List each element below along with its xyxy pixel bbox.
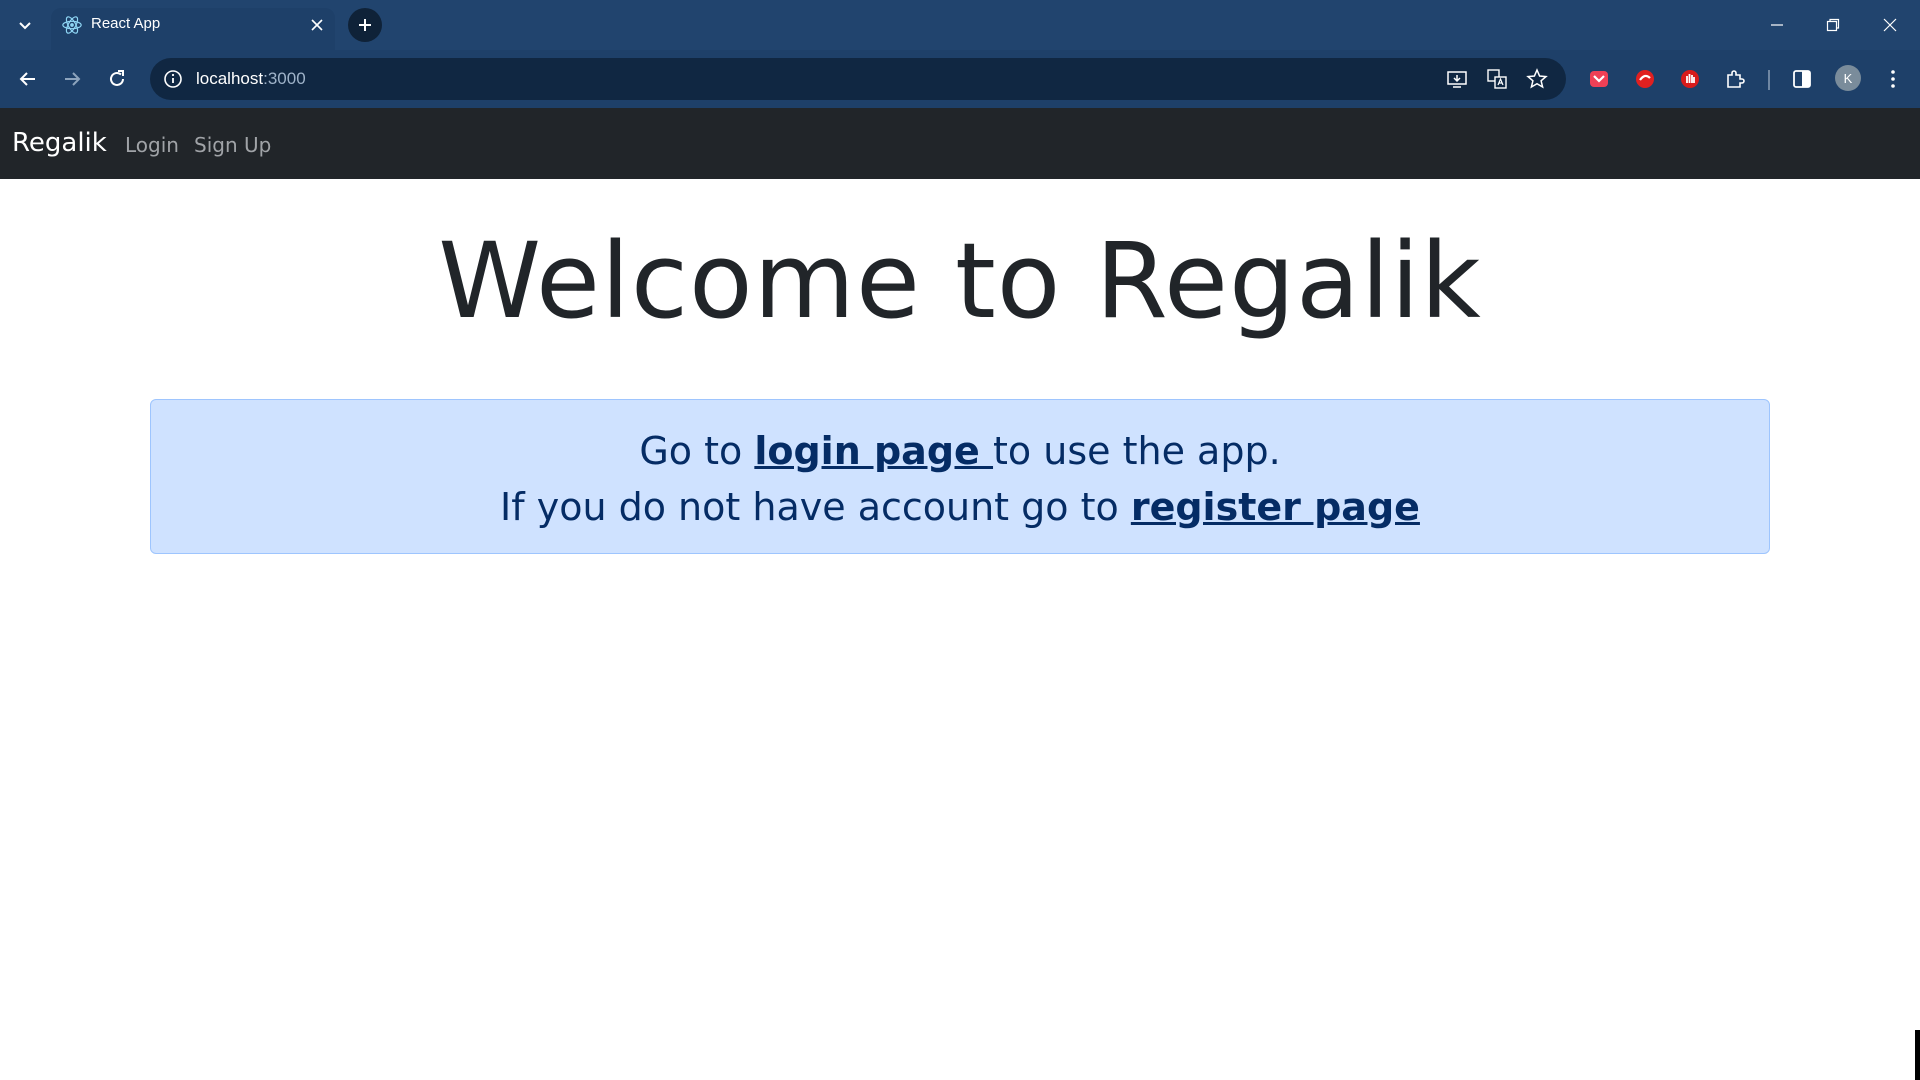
register-page-link[interactable]: register page xyxy=(1131,485,1420,529)
forward-button[interactable] xyxy=(56,63,88,95)
nav-link-sign-up[interactable]: Sign Up xyxy=(194,133,271,157)
restore-icon xyxy=(1826,18,1840,32)
url-port: :3000 xyxy=(263,69,306,88)
nav-link-login[interactable]: Login xyxy=(125,133,179,157)
alert-line-1: Go to login page to use the app. xyxy=(151,423,1769,479)
hand-icon xyxy=(1681,70,1699,88)
alert-text: to use the app. xyxy=(993,429,1281,473)
address-bar[interactable]: localhost:3000 xyxy=(150,58,1566,100)
tab-search-button[interactable] xyxy=(12,13,38,39)
browser-tab[interactable]: React App xyxy=(51,8,335,50)
reload-icon xyxy=(110,70,124,86)
install-app-icon[interactable] xyxy=(1446,68,1468,90)
login-page-link[interactable]: login page xyxy=(754,429,993,473)
new-tab-button[interactable] xyxy=(348,8,382,42)
toolbar-separator xyxy=(1768,70,1770,90)
scrollbar-thumb[interactable] xyxy=(1915,1030,1920,1080)
star-icon[interactable] xyxy=(1526,68,1548,90)
alert-line-2: If you do not have account go to registe… xyxy=(151,479,1769,535)
extensions-button[interactable] xyxy=(1721,65,1749,93)
close-icon xyxy=(311,19,323,31)
pocket-icon xyxy=(1590,71,1608,87)
red-circle-extension-icon[interactable] xyxy=(1631,65,1659,93)
profile-avatar[interactable]: K xyxy=(1835,65,1861,91)
alert-text: Go to xyxy=(639,429,755,473)
info-alert: Go to login page to use the app. If you … xyxy=(150,399,1770,554)
arrow-left-icon xyxy=(19,72,35,86)
back-button[interactable] xyxy=(12,63,44,95)
browser-tabstrip: React App xyxy=(0,0,1920,50)
puzzle-icon xyxy=(1727,70,1745,88)
url-host: localhost xyxy=(196,69,264,88)
page-title: Welcome to Regalik xyxy=(438,220,1482,342)
url-text[interactable]: localhost:3000 xyxy=(196,69,306,89)
alert-text: If you do not have account go to xyxy=(500,485,1131,529)
info-icon[interactable] xyxy=(162,68,184,90)
minimize-button[interactable] xyxy=(1762,10,1792,40)
restore-button[interactable] xyxy=(1818,10,1848,40)
side-panel-icon xyxy=(1793,70,1811,88)
app-navbar: Regalik Login Sign Up xyxy=(0,108,1920,179)
navbar-brand[interactable]: Regalik xyxy=(12,128,107,158)
red-circle-icon xyxy=(1636,70,1654,88)
browser-toolbar: localhost:3000 K xyxy=(0,50,1920,108)
translate-icon[interactable] xyxy=(1486,68,1508,90)
tab-close-button[interactable] xyxy=(307,15,327,35)
side-panel-button[interactable] xyxy=(1788,65,1816,93)
plus-icon xyxy=(359,19,371,31)
react-logo-icon xyxy=(62,16,82,34)
arrow-right-icon xyxy=(65,72,81,86)
menu-button[interactable] xyxy=(1879,65,1907,93)
pocket-extension-icon[interactable] xyxy=(1585,65,1613,93)
reload-button[interactable] xyxy=(101,63,133,95)
kebab-menu-icon xyxy=(1891,70,1895,88)
hand-extension-icon[interactable] xyxy=(1676,65,1704,93)
minimize-icon xyxy=(1771,24,1783,26)
close-window-button[interactable] xyxy=(1875,10,1905,40)
tab-title: React App xyxy=(91,15,161,32)
chevron-down-icon xyxy=(19,22,31,30)
close-icon xyxy=(1883,18,1897,32)
